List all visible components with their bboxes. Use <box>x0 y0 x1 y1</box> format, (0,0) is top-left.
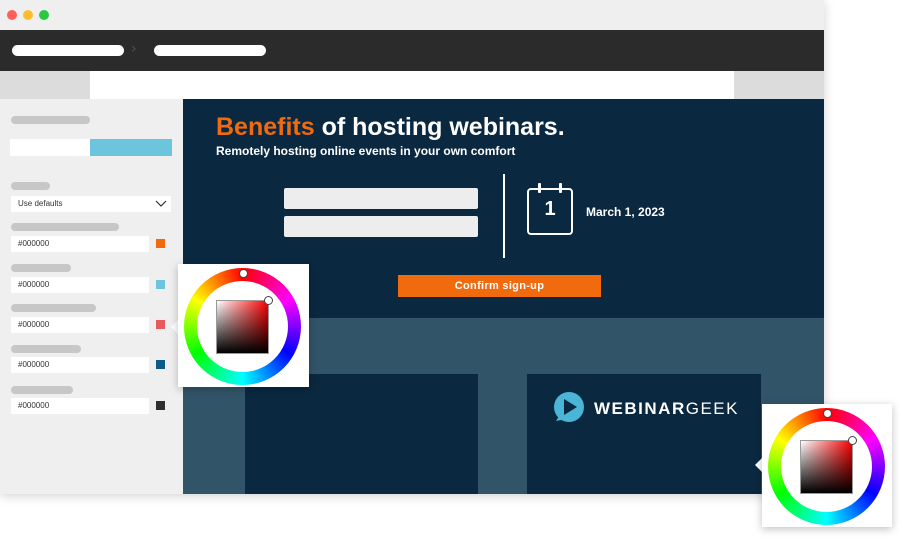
title-accent: Benefits <box>216 113 315 141</box>
event-date: March 1, 2023 <box>586 205 665 219</box>
color-label-2 <box>11 264 71 272</box>
color-label-4 <box>11 345 81 353</box>
chevron-right-icon: › <box>131 41 137 57</box>
window-titlebar <box>0 0 824 30</box>
tab-left[interactable] <box>0 71 90 99</box>
color-input-2[interactable]: #000000 <box>11 277 149 293</box>
content-card-left <box>245 374 478 494</box>
defaults-select[interactable]: Use defaults <box>11 196 171 212</box>
toggle-option-off[interactable] <box>10 139 90 156</box>
breadcrumb-item-2[interactable] <box>154 45 266 56</box>
saturation-handle[interactable] <box>264 296 273 305</box>
color-swatch-5[interactable] <box>156 401 165 410</box>
title-rest: of hosting webinars. <box>321 113 565 141</box>
confirm-signup-button[interactable]: Confirm sign-up <box>398 275 601 297</box>
color-value-4: #000000 <box>18 360 50 369</box>
divider <box>503 174 505 258</box>
color-input-1[interactable]: #000000 <box>11 236 149 252</box>
color-label-5 <box>11 386 73 394</box>
page-subtitle: Remotely hosting online events in your o… <box>216 144 516 158</box>
select-value: Use defaults <box>18 199 63 208</box>
hue-handle[interactable] <box>239 269 248 278</box>
logo-text-bold: WEBINAR <box>594 399 686 418</box>
second-input-field[interactable] <box>284 216 478 237</box>
picker-pointer <box>171 320 178 334</box>
color-swatch-3[interactable] <box>156 320 165 329</box>
color-swatch-4[interactable] <box>156 360 165 369</box>
toggle-option-on[interactable] <box>90 139 172 156</box>
webinargeek-logo-text: WEBINARGEEK <box>594 399 739 419</box>
browser-window: › Use defaults #000000 #000000 #000000 #… <box>0 0 824 494</box>
color-swatch-1[interactable] <box>156 239 165 248</box>
page-title: Benefits of hosting webinars. <box>216 113 565 142</box>
sidebar-heading <box>11 116 90 124</box>
saturation-handle-2[interactable] <box>848 436 857 445</box>
hue-handle-2[interactable] <box>823 409 832 418</box>
color-input-3[interactable]: #000000 <box>11 317 149 333</box>
breadcrumb-item-1[interactable] <box>12 45 124 56</box>
maximize-window-button[interactable] <box>39 10 49 20</box>
calendar-day: 1 <box>544 198 556 220</box>
color-input-5[interactable]: #000000 <box>11 398 149 414</box>
color-value-5: #000000 <box>18 401 50 410</box>
first-input-field[interactable] <box>284 188 478 209</box>
color-input-4[interactable]: #000000 <box>11 357 149 373</box>
calendar-icon: 1 <box>527 183 573 235</box>
picker-pointer-2 <box>755 458 762 472</box>
color-value-1: #000000 <box>18 239 50 248</box>
minimize-window-button[interactable] <box>23 10 33 20</box>
logo-text-regular: GEEK <box>685 399 739 418</box>
color-swatch-2[interactable] <box>156 280 165 289</box>
color-label-1 <box>11 223 119 231</box>
tab-row <box>0 71 824 99</box>
calendar-ring-left <box>538 183 541 193</box>
color-label-3 <box>11 304 96 312</box>
calendar-ring-right <box>559 183 562 193</box>
saturation-square[interactable] <box>216 300 269 354</box>
webinargeek-logo-icon <box>554 392 584 422</box>
select-label <box>11 182 50 190</box>
chevron-down-icon <box>155 200 167 207</box>
settings-sidebar <box>0 99 183 494</box>
saturation-square-2[interactable] <box>800 440 853 494</box>
tab-right[interactable] <box>734 71 824 99</box>
close-window-button[interactable] <box>7 10 17 20</box>
color-picker-popup-2 <box>762 404 892 527</box>
color-value-2: #000000 <box>18 280 50 289</box>
color-picker-popup <box>178 264 309 387</box>
color-value-3: #000000 <box>18 320 50 329</box>
